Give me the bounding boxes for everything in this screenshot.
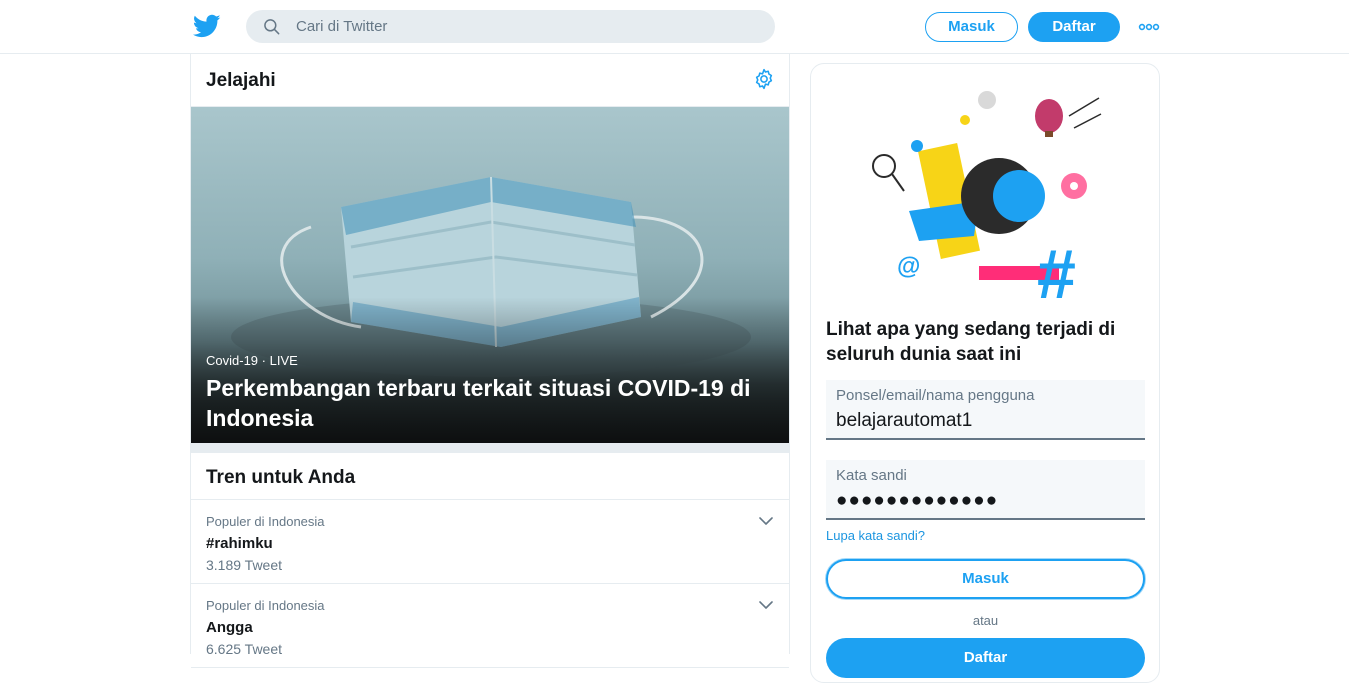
- gear-icon[interactable]: [753, 68, 775, 90]
- section-divider: [191, 443, 789, 453]
- username-field[interactable]: Ponsel/email/nama pengguna belajarautoma…: [826, 380, 1145, 440]
- trends-header: Tren untuk Anda: [191, 453, 789, 500]
- search-input[interactable]: [296, 10, 756, 43]
- collage-illustration: @ #: [872, 91, 1102, 302]
- chevron-down-icon[interactable]: [757, 512, 775, 530]
- story-separator: ·: [261, 353, 266, 368]
- trend-name: Angga: [206, 619, 253, 636]
- login-button[interactable]: Masuk: [925, 12, 1018, 42]
- trend-count: 6.625 Tweet: [206, 641, 283, 657]
- trend-name: #rahimku: [206, 535, 273, 552]
- login-card: @ # Lihat apa yang sedang terjadi di sel…: [810, 63, 1160, 683]
- story-meta: Covid-19 · LIVE: [206, 353, 298, 368]
- password-label: Kata sandi: [836, 467, 907, 484]
- explore-header: Jelajahi: [191, 54, 789, 107]
- or-separator: atau: [972, 613, 999, 628]
- search-icon: [264, 19, 280, 35]
- trend-item[interactable]: Populer di Indonesia Angga 6.625 Tweet: [191, 584, 789, 668]
- password-field[interactable]: Kata sandi ●●●●●●●●●●●●●: [826, 460, 1145, 520]
- top-bar: Masuk Daftar: [0, 0, 1349, 54]
- trends-title: Tren untuk Anda: [206, 467, 356, 488]
- forgot-password-link[interactable]: Lupa kata sandi?: [826, 528, 925, 543]
- page-title: Jelajahi: [206, 70, 276, 91]
- username-label: Ponsel/email/nama pengguna: [836, 387, 1035, 404]
- twitter-bird-icon[interactable]: [193, 12, 221, 40]
- story-title: Perkembangan terbaru terkait situasi COV…: [206, 375, 751, 431]
- featured-story[interactable]: Covid-19 · LIVE Perkembangan terbaru ter…: [191, 107, 789, 443]
- password-value[interactable]: ●●●●●●●●●●●●●: [836, 490, 998, 512]
- story-category: Covid-19: [206, 353, 259, 368]
- chevron-down-icon[interactable]: [757, 596, 775, 614]
- search-bar[interactable]: [246, 10, 775, 43]
- svg-text:@: @: [897, 253, 920, 280]
- username-value[interactable]: belajarautomat1: [836, 410, 972, 432]
- signup-card-button[interactable]: Daftar: [826, 638, 1145, 678]
- signup-button[interactable]: Daftar: [1028, 12, 1120, 42]
- svg-text:#: #: [1037, 235, 1076, 302]
- more-dots-icon[interactable]: [1137, 17, 1161, 37]
- signup-heading: Lihat apa yang sedang terjadi di seluruh…: [826, 319, 1116, 365]
- trend-count: 3.189 Tweet: [206, 557, 283, 573]
- trend-item[interactable]: Populer di Indonesia #rahimku 3.189 Twee…: [191, 500, 789, 584]
- trend-context: Populer di Indonesia: [206, 514, 325, 529]
- login-submit-button[interactable]: Masuk: [826, 559, 1145, 599]
- explore-column: Jelajahi Covid-19 · LIVE Perkembangan te…: [190, 54, 790, 668]
- story-live-badge: LIVE: [269, 353, 298, 368]
- trend-context: Populer di Indonesia: [206, 598, 325, 613]
